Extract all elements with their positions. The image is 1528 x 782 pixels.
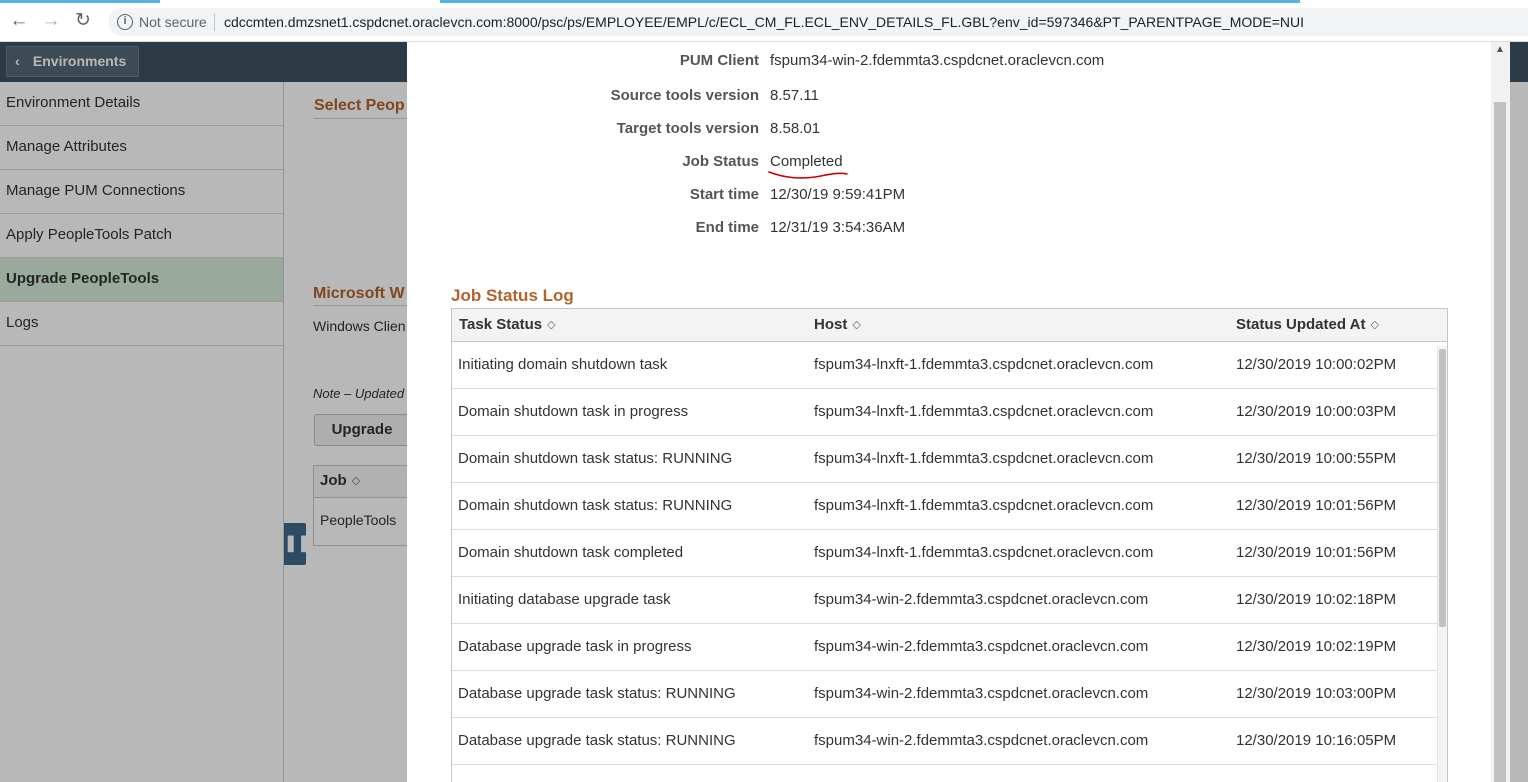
detail-label: Start time <box>689 186 759 203</box>
updated-at-cell: 12/30/2019 10:00:55PM <box>1236 450 1397 467</box>
host-cell: fspum34-lnxft-1.fdemmta3.cspdcnet.oracle… <box>814 450 1154 467</box>
updated-at-cell: 12/30/2019 10:01:56PM <box>1236 544 1397 561</box>
job-status-log-grid: Task Status ◇ Host ◇ Status Updated At ◇ In… <box>451 308 1448 782</box>
updated-at-cell: 12/30/2019 10:00:03PM <box>1236 403 1397 420</box>
browser-toolbar: ← → ↻ i Not secure cdccmten.dmzsnet1.csp… <box>0 0 1528 42</box>
table-row: Initiating database upgrade task fspum34… <box>452 577 1437 624</box>
column-header-task-status[interactable]: Task Status ◇ <box>459 316 556 333</box>
tab-strip-accent <box>0 0 160 3</box>
task-status-cell: Domain shutdown task completed <box>458 544 684 561</box>
detail-value: 12/31/19 3:54:36AM <box>770 219 906 236</box>
host-cell: fspum34-win-2.fdemmta3.cspdcnet.oraclevc… <box>814 685 1149 702</box>
task-status-cell: Domain shutdown task status: RUNNING <box>458 497 733 514</box>
sort-icon[interactable]: ◇ <box>1370 318 1378 331</box>
updated-at-cell: 12/30/2019 10:00:02PM <box>1236 356 1397 373</box>
updated-at-cell: 12/30/2019 10:03:00PM <box>1236 685 1397 702</box>
table-row: Domain shutdown task in progress fspum34… <box>452 389 1437 436</box>
forward-arrow-icon[interactable]: → <box>40 10 62 32</box>
table-row: Database upgrade task status: RUNNING fs… <box>452 671 1437 718</box>
updated-at-cell: 12/30/2019 10:01:56PM <box>1236 497 1397 514</box>
updated-at-cell: 12/30/2019 10:02:18PM <box>1236 591 1397 608</box>
table-row: Domain shutdown task completed fspum34-l… <box>452 530 1437 577</box>
column-header-host[interactable]: Host ◇ <box>814 316 861 333</box>
sort-icon[interactable]: ◇ <box>547 318 555 331</box>
task-status-cell: Initiating domain shutdown task <box>458 356 668 373</box>
table-row: Database upgrade task in progress fspum3… <box>452 624 1437 671</box>
column-header-label: Task Status <box>459 316 543 333</box>
table-row: Database upgrade task status: RUNNING fs… <box>452 718 1437 765</box>
host-cell: fspum34-win-2.fdemmta3.cspdcnet.oraclevc… <box>814 591 1149 608</box>
scroll-up-arrow-icon[interactable]: ▲ <box>1495 44 1505 55</box>
detail-value: fspum34-win-2.fdemmta3.cspdcnet.oraclevc… <box>770 52 1105 69</box>
job-status-log-title: Job Status Log <box>451 286 574 305</box>
url-text[interactable]: cdccmten.dmzsnet1.cspdcnet.oraclevcn.com… <box>224 14 1304 30</box>
host-cell: fspum34-lnxft-1.fdemmta3.cspdcnet.oracle… <box>814 356 1154 373</box>
modal-scrollbar-thumb[interactable] <box>1494 102 1506 782</box>
host-cell: fspum34-lnxft-1.fdemmta3.cspdcnet.oracle… <box>814 403 1154 420</box>
table-row: Domain shutdown task status: RUNNING fsp… <box>452 483 1437 530</box>
detail-label: PUM Client <box>679 52 759 69</box>
sort-icon[interactable]: ◇ <box>852 318 860 331</box>
url-divider <box>214 13 215 31</box>
job-details-modal: PUM Client fspum34-win-2.fdemmta3.cspdcn… <box>407 42 1510 782</box>
reload-icon[interactable]: ↻ <box>72 10 94 32</box>
updated-at-cell: 12/30/2019 10:16:05PM <box>1236 732 1397 749</box>
table-row: Domain shutdown task status: RUNNING fsp… <box>452 436 1437 483</box>
detail-source-tools-version: Source tools version 8.57.11 <box>407 87 1167 109</box>
detail-label: End time <box>695 219 759 236</box>
column-header-label: Status Updated At <box>1236 316 1366 333</box>
tab-strip-accent <box>440 0 1300 3</box>
detail-end-time: End time 12/31/19 3:54:36AM <box>407 219 1167 241</box>
column-header-status-updated-at[interactable]: Status Updated At ◇ <box>1236 316 1379 333</box>
info-icon[interactable]: i <box>117 14 133 30</box>
detail-label: Target tools version <box>616 120 759 137</box>
grid-scrollbar-thumb[interactable] <box>1439 349 1446 627</box>
table-row: Initiating domain shutdown task fspum34-… <box>452 342 1437 389</box>
red-underline-annotation <box>768 171 848 179</box>
task-status-cell: Domain shutdown task status: RUNNING <box>458 450 733 467</box>
task-status-cell: Database upgrade task status: RUNNING <box>458 732 736 749</box>
host-cell: fspum34-lnxft-1.fdemmta3.cspdcnet.oracle… <box>814 544 1154 561</box>
back-arrow-icon[interactable]: ← <box>8 10 30 32</box>
detail-value: 12/30/19 9:59:41PM <box>770 186 906 203</box>
detail-value: 8.58.01 <box>770 120 821 137</box>
detail-label: Source tools version <box>610 87 759 104</box>
host-cell: fspum34-win-2.fdemmta3.cspdcnet.oraclevc… <box>814 638 1149 655</box>
log-grid-header: Task Status ◇ Host ◇ Status Updated At ◇ <box>452 309 1447 342</box>
host-cell: fspum34-win-2.fdemmta3.cspdcnet.oraclevc… <box>814 732 1149 749</box>
task-status-cell: Database upgrade task in progress <box>458 638 692 655</box>
column-header-label: Host <box>814 316 848 333</box>
detail-value: 8.57.11 <box>770 87 819 104</box>
task-status-cell: Initiating database upgrade task <box>458 591 671 608</box>
log-grid-body: Initiating domain shutdown task fspum34-… <box>452 342 1437 765</box>
detail-target-tools-version: Target tools version 8.58.01 <box>407 120 1167 142</box>
updated-at-cell: 12/30/2019 10:02:19PM <box>1236 638 1397 655</box>
address-bar[interactable]: i Not secure cdccmten.dmzsnet1.cspdcnet.… <box>108 8 1528 36</box>
task-status-cell: Database upgrade task status: RUNNING <box>458 685 736 702</box>
detail-start-time: Start time 12/30/19 9:59:41PM <box>407 186 1167 208</box>
detail-pum-client: PUM Client fspum34-win-2.fdemmta3.cspdcn… <box>407 52 1167 74</box>
task-status-cell: Domain shutdown task in progress <box>458 403 689 420</box>
detail-label: Job Status <box>682 153 759 170</box>
host-cell: fspum34-lnxft-1.fdemmta3.cspdcnet.oracle… <box>814 497 1154 514</box>
security-label: Not secure <box>139 14 207 30</box>
